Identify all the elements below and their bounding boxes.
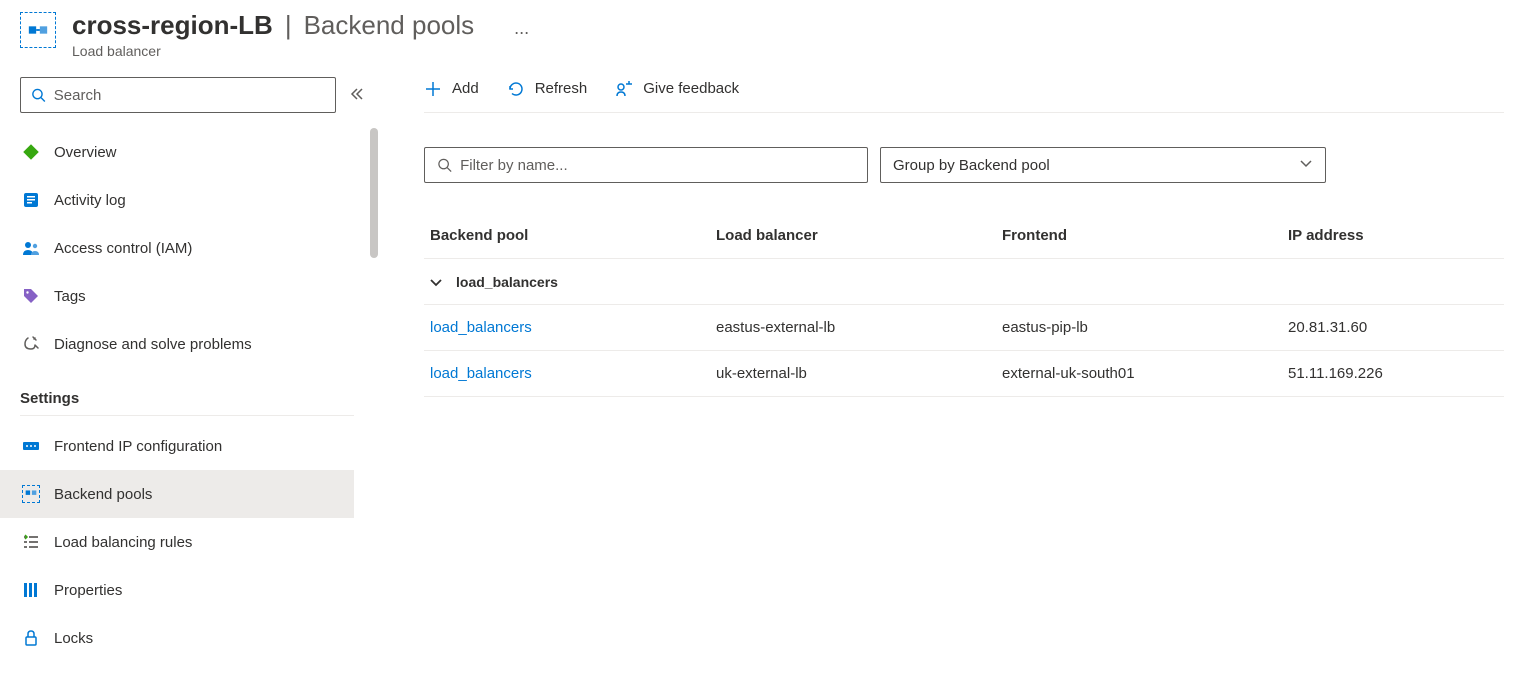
sidebar-item-label: Activity log <box>54 192 126 209</box>
sidebar-item-lb-rules[interactable]: Load balancing rules <box>20 518 374 566</box>
sidebar-search[interactable] <box>20 77 336 113</box>
col-backend-pool[interactable]: Backend pool <box>430 227 716 244</box>
sidebar-nav: Overview Activity log Access control (IA… <box>20 127 374 667</box>
cell-ip: 20.81.31.60 <box>1288 319 1504 336</box>
toolbar: Add Refresh Give feedback <box>424 77 1504 113</box>
refresh-label: Refresh <box>535 80 588 97</box>
sidebar: Overview Activity log Access control (IA… <box>0 77 374 677</box>
sidebar-item-frontend-ip[interactable]: Frontend IP configuration <box>20 422 374 470</box>
sidebar-item-locks[interactable]: Locks <box>20 614 374 662</box>
sidebar-item-overview[interactable]: Overview <box>20 128 374 176</box>
sidebar-item-label: Frontend IP configuration <box>54 438 222 455</box>
filter-input[interactable] <box>460 157 855 174</box>
resource-icon <box>20 12 56 48</box>
add-button[interactable]: Add <box>424 80 479 98</box>
diagnose-icon <box>22 335 40 353</box>
grid-header-row: Backend pool Load balancer Frontend IP a… <box>424 213 1504 259</box>
backend-pools-icon <box>22 485 40 503</box>
group-by-value: Group by Backend pool <box>893 157 1050 174</box>
add-label: Add <box>452 80 479 97</box>
frontend-ip-icon <box>22 437 40 455</box>
page-title: Backend pools <box>304 10 475 41</box>
tags-icon <box>22 287 40 305</box>
sidebar-item-backend-pools[interactable]: Backend pools <box>0 470 354 518</box>
cell-frontend: eastus-pip-lb <box>1002 319 1288 336</box>
sidebar-item-label: Properties <box>54 582 122 599</box>
pool-link[interactable]: load_balancers <box>430 319 716 336</box>
filter-input-box[interactable] <box>424 147 868 183</box>
more-actions-button[interactable]: ... <box>514 18 529 39</box>
title-separator: | <box>285 10 292 41</box>
sidebar-scrollbar[interactable] <box>370 128 378 258</box>
col-load-balancer[interactable]: Load balancer <box>716 227 1002 244</box>
sidebar-item-activity-log[interactable]: Activity log <box>20 176 374 224</box>
chevron-down-icon <box>428 274 444 290</box>
search-icon <box>437 157 452 173</box>
cell-load-balancer: uk-external-lb <box>716 365 1002 382</box>
cell-ip: 51.11.169.226 <box>1288 365 1504 382</box>
sidebar-item-label: Tags <box>54 288 86 305</box>
lb-rules-icon <box>22 533 40 551</box>
sidebar-item-tags[interactable]: Tags <box>20 272 374 320</box>
chevron-down-icon <box>1299 156 1313 174</box>
sidebar-item-label: Diagnose and solve problems <box>54 336 252 353</box>
feedback-button[interactable]: Give feedback <box>615 80 739 98</box>
settings-header: Settings <box>20 390 354 416</box>
search-input[interactable] <box>54 87 325 104</box>
group-name: load_balancers <box>456 274 558 290</box>
col-frontend[interactable]: Frontend <box>1002 227 1288 244</box>
cell-frontend: external-uk-south01 <box>1002 365 1288 382</box>
search-icon <box>31 87 46 103</box>
sidebar-item-label: Load balancing rules <box>54 534 192 551</box>
sidebar-item-label: Access control (IAM) <box>54 240 192 257</box>
resource-type-label: Load balancer <box>72 43 529 59</box>
col-ip-address[interactable]: IP address <box>1288 227 1504 244</box>
collapse-sidebar-button[interactable] <box>350 87 364 104</box>
overview-icon <box>22 143 40 161</box>
page-header: cross-region-LB | Backend pools ... Load… <box>0 0 1530 67</box>
refresh-button[interactable]: Refresh <box>507 80 588 98</box>
refresh-icon <box>507 80 525 98</box>
table-row[interactable]: load_balancers uk-external-lb external-u… <box>424 351 1504 397</box>
iam-icon <box>22 239 40 257</box>
resource-name: cross-region-LB <box>72 10 273 41</box>
cell-load-balancer: eastus-external-lb <box>716 319 1002 336</box>
locks-icon <box>22 629 40 647</box>
plus-icon <box>424 80 442 98</box>
feedback-label: Give feedback <box>643 80 739 97</box>
pool-link[interactable]: load_balancers <box>430 365 716 382</box>
sidebar-item-properties[interactable]: Properties <box>20 566 374 614</box>
sidebar-item-label: Overview <box>54 144 117 161</box>
load-balancer-icon <box>27 19 49 41</box>
group-by-select[interactable]: Group by Backend pool <box>880 147 1326 183</box>
main-content: Add Refresh Give feedback Group by Backe… <box>374 77 1530 677</box>
sidebar-item-iam[interactable]: Access control (IAM) <box>20 224 374 272</box>
sidebar-item-label: Locks <box>54 630 93 647</box>
table-row[interactable]: load_balancers eastus-external-lb eastus… <box>424 305 1504 351</box>
backend-pools-grid: Backend pool Load balancer Frontend IP a… <box>424 213 1504 397</box>
sidebar-item-label: Backend pools <box>54 486 152 503</box>
properties-icon <box>22 581 40 599</box>
sidebar-item-diagnose[interactable]: Diagnose and solve problems <box>20 320 374 368</box>
grid-group-row[interactable]: load_balancers <box>424 259 1504 305</box>
log-icon <box>22 191 40 209</box>
chevron-double-left-icon <box>350 87 364 101</box>
feedback-icon <box>615 80 633 98</box>
